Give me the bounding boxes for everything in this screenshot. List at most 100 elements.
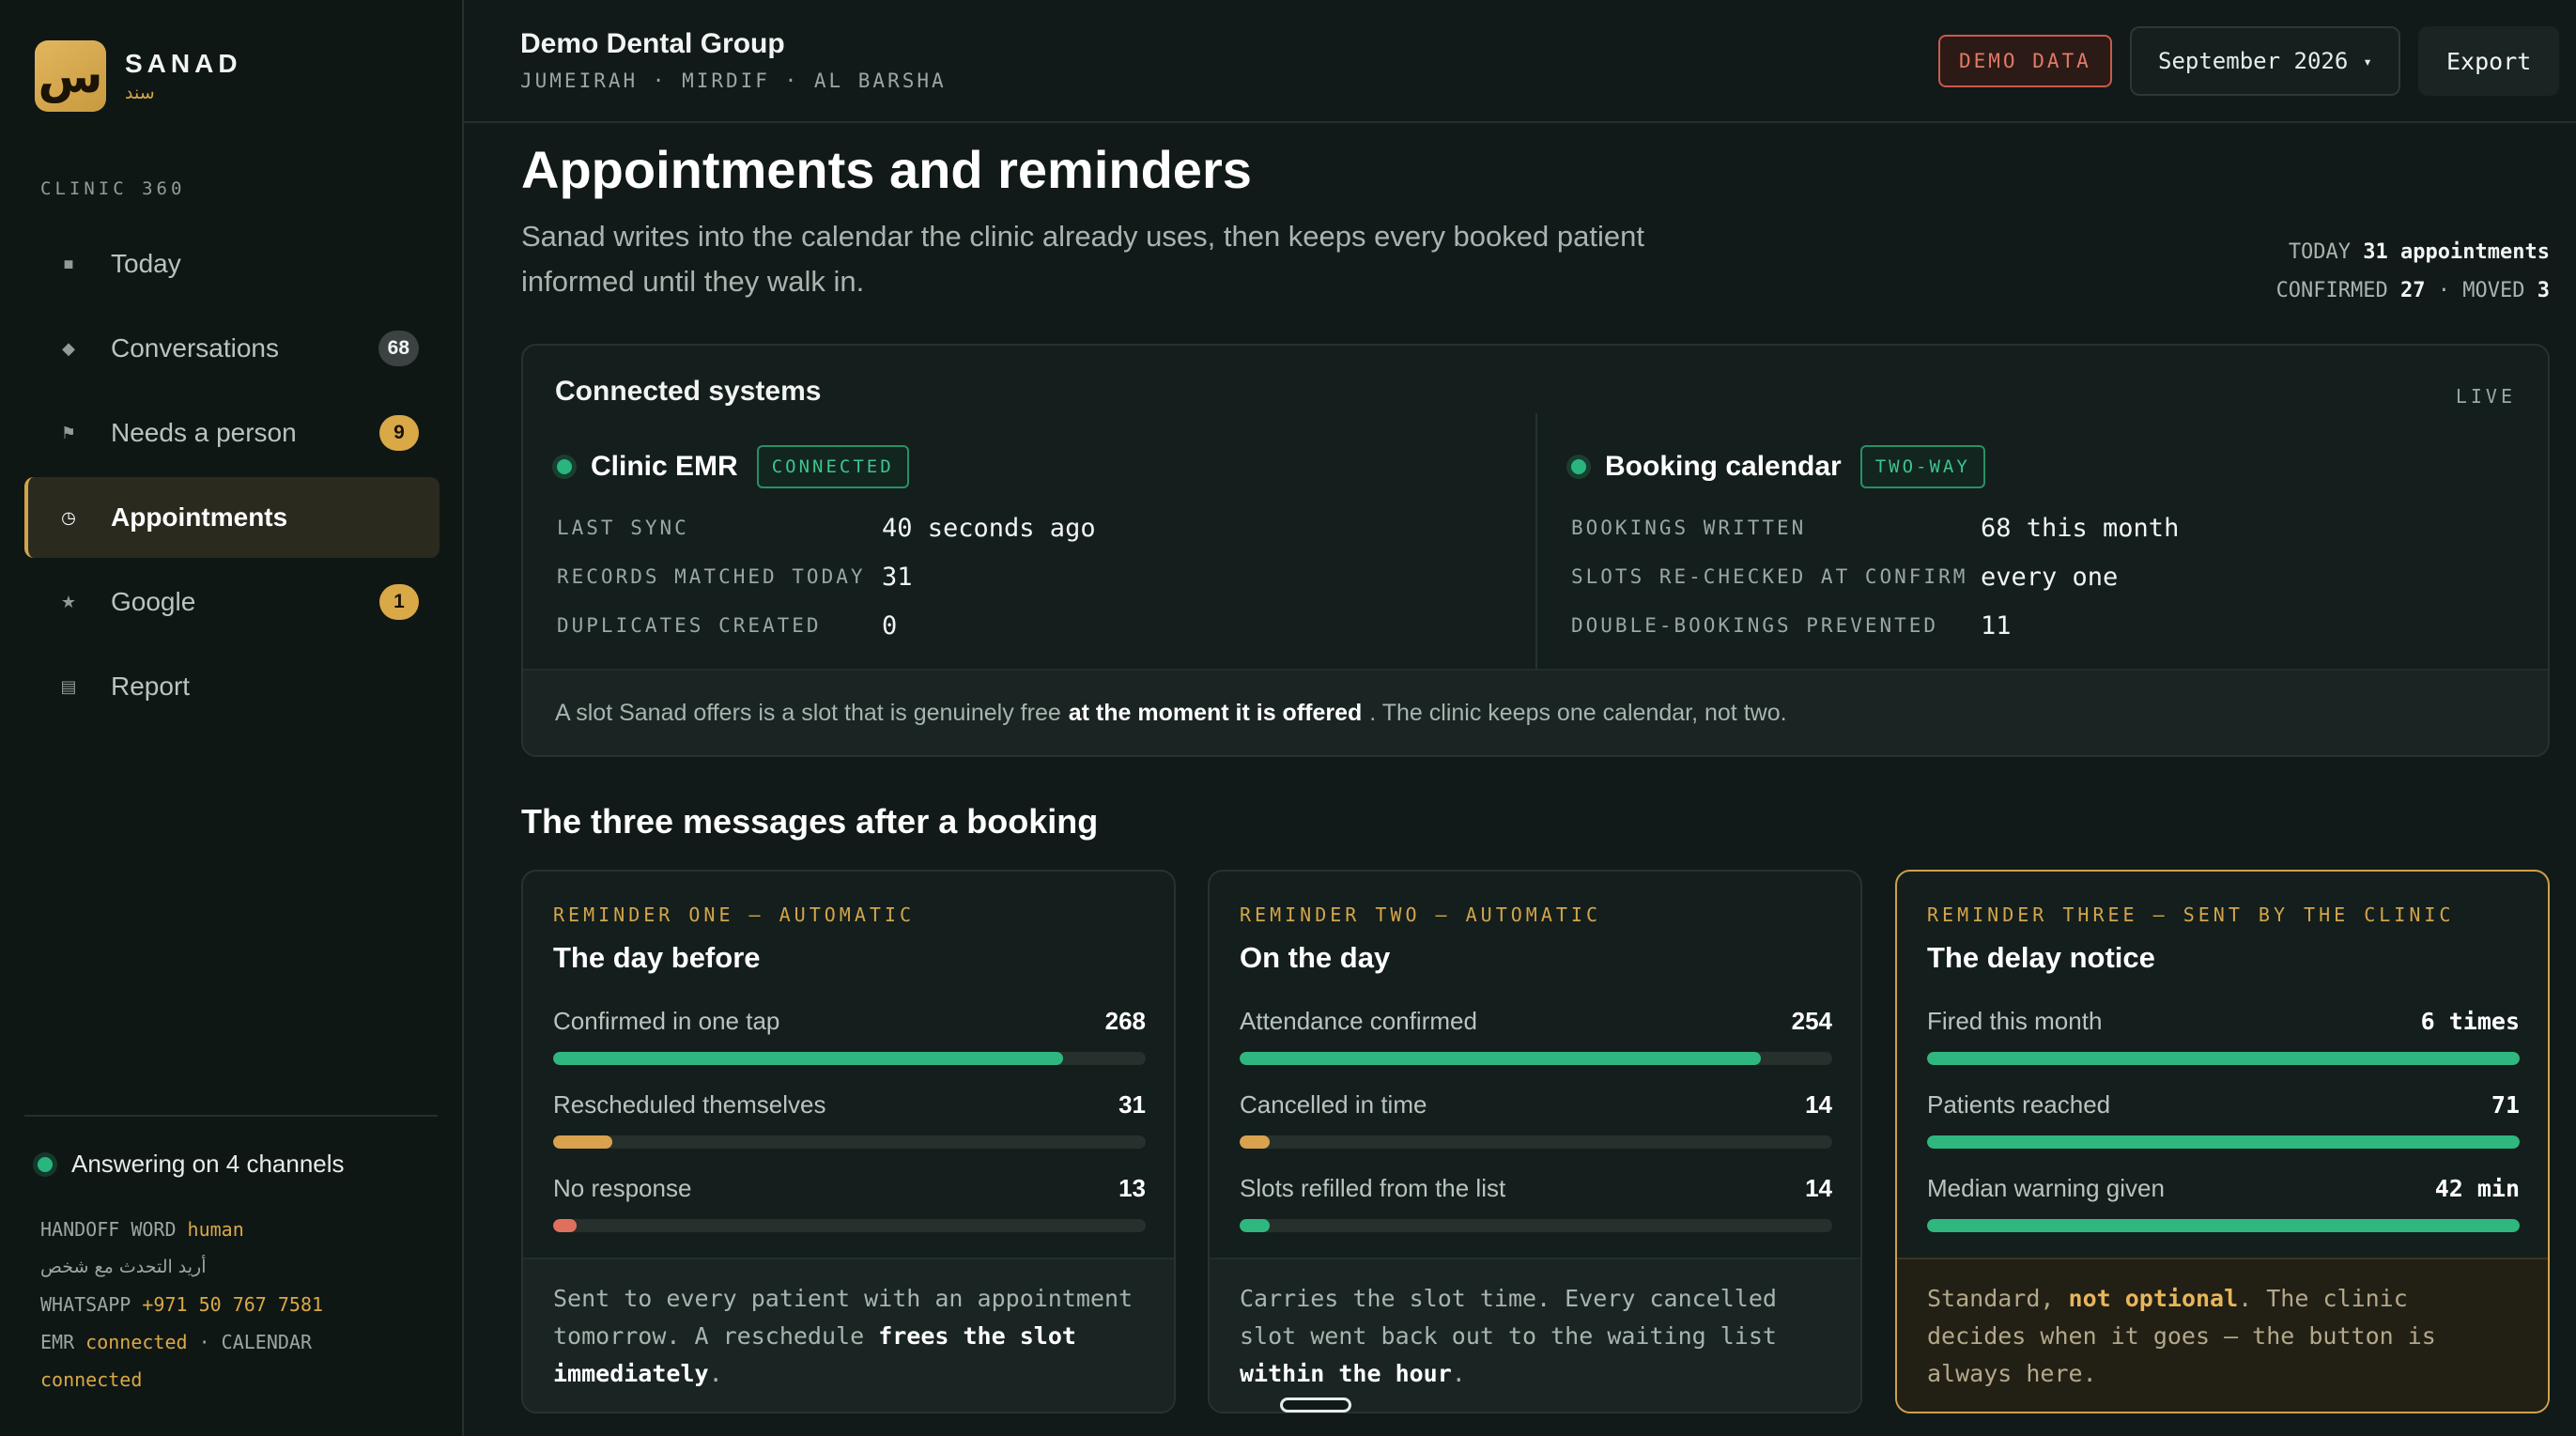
clock-icon: ◷ [61, 507, 76, 527]
progress-track [553, 1135, 1146, 1149]
metric-label: No response [553, 1173, 692, 1202]
card-title: The delay notice [1927, 941, 2155, 974]
emr-name: Clinic EMR [591, 451, 738, 482]
handoff-label: HANDOFF WORD [40, 1218, 177, 1241]
calendar-stat-key: BOOKINGS WRITTEN [1571, 517, 1807, 539]
handoff-arabic: أريد التحدث مع شخص [40, 1257, 207, 1277]
footer-text: A slot Sanad offers is a slot that is ge… [555, 699, 1061, 726]
emr-stat-value: 0 [882, 610, 898, 641]
metric-value: 254 [1791, 1006, 1832, 1035]
progress-track [1240, 1219, 1832, 1232]
calendar-stat-value: every one [1981, 562, 2119, 592]
sidebar-item-label: Today [111, 249, 181, 278]
connected-systems-card: Connected systems LIVE Clinic EMR CONNEC… [521, 344, 2550, 757]
card-metrics: Fired this month 6 times Patients reached… [1927, 1003, 2520, 1254]
systems-divider [1535, 413, 1537, 669]
footer-text: . The clinic keeps one calendar, not two… [1369, 699, 1787, 726]
page-title: Appointments and reminders [521, 140, 1252, 199]
report-icon: ▤ [60, 676, 77, 696]
emr-label: EMR [40, 1331, 75, 1353]
metric-value: 42 min [2434, 1174, 2520, 1202]
card-metrics: Attendance confirmed 254 Cancelled in tim… [1240, 1003, 1832, 1254]
calendar-label: · CALENDAR [198, 1331, 313, 1353]
page-description: Sanad writes into the calendar the clini… [521, 220, 1644, 298]
today-unit: appointments [2400, 240, 2550, 264]
card-title: On the day [1240, 941, 1391, 974]
sidebar-nav: ■ Today ◆ Conversations 68 ⚑ Needs a per… [24, 224, 440, 731]
whatsapp-number[interactable]: +971 50 767 7581 [142, 1293, 323, 1316]
channel-status: Answering on 4 channels [38, 1150, 345, 1179]
metric-row: Patients reached 71 [1927, 1087, 2520, 1170]
sidebar-item-label: Appointments [111, 502, 288, 532]
card-footnote: Standard, not optional. The clinic decid… [1897, 1258, 2548, 1412]
calendar-stat-key: SLOTS RE-CHECKED AT CONFIRM [1571, 565, 1968, 588]
brand-name: SANAD [125, 49, 242, 78]
calendar-stat-value: 68 this month [1981, 513, 2180, 543]
metric-value: 31 [1118, 1089, 1146, 1119]
metric-row: Confirmed in one tap 268 [553, 1003, 1146, 1087]
progress-track [553, 1052, 1146, 1065]
emr-stat-row: DUPLICATES CREATED 0 [557, 601, 1096, 650]
handoff-word: human [187, 1218, 244, 1241]
progress-track [1927, 1135, 2520, 1149]
top-header: Demo Dental Group JUMEIRAH · MIRDIF · AL… [464, 0, 2576, 123]
sidebar-item-needs-a-person[interactable]: ⚑ Needs a person 9 [24, 393, 440, 473]
emr-stat-key: DUPLICATES CREATED [557, 614, 822, 637]
progress-fill [553, 1052, 1063, 1065]
footnote-text: Standard, [1927, 1285, 2055, 1312]
progress-fill [1240, 1052, 1762, 1065]
metric-value: 14 [1805, 1173, 1832, 1202]
footnote-text: . [708, 1360, 723, 1387]
org-locations: JUMEIRAH · MIRDIF · AL BARSHA [520, 69, 947, 92]
emr-stat-value: 31 [882, 562, 913, 592]
diamond-icon: ◆ [62, 338, 75, 358]
metric-value: 6 times [2420, 1007, 2520, 1035]
live-indicator: LIVE [2455, 385, 2516, 408]
calendar-stat-value: 11 [1981, 610, 2012, 641]
moved-value: 3 [2537, 279, 2550, 302]
emr-status-dot-icon [557, 459, 572, 474]
calendar-stat-row: SLOTS RE-CHECKED AT CONFIRM every one [1571, 552, 2179, 601]
sidebar-item-appointments[interactable]: ◷ Appointments [24, 477, 440, 558]
today-value: 31 [2363, 240, 2388, 264]
whatsapp-label: WHATSAPP [40, 1293, 131, 1316]
square-icon: ■ [63, 254, 74, 273]
systems-footer-note: A slot Sanad offers is a slot that is ge… [523, 669, 2548, 755]
reminder-card-delay-notice: REMINDER THREE — SENT BY THE CLINIC The … [1895, 870, 2550, 1413]
metric-label: Confirmed in one tap [553, 1006, 780, 1035]
calendar-stat-key: DOUBLE-BOOKINGS PREVENTED [1571, 614, 1939, 637]
export-button[interactable]: Export [2418, 26, 2560, 96]
emr-stat-key: LAST SYNC [557, 517, 689, 539]
emr-stat-value: 40 seconds ago [882, 513, 1096, 543]
today-label: TODAY [2288, 240, 2352, 264]
progress-track [1927, 1219, 2520, 1232]
status-dot-icon [38, 1156, 53, 1172]
sidebar-item-conversations[interactable]: ◆ Conversations 68 [24, 308, 440, 389]
metric-value: 14 [1805, 1089, 1832, 1119]
messages-section-title: The three messages after a booking [521, 802, 1099, 841]
metric-label: Cancelled in time [1240, 1089, 1427, 1119]
progress-fill [1927, 1135, 2520, 1149]
metric-row: Cancelled in time 14 [1240, 1087, 1832, 1170]
metric-label: Patients reached [1927, 1089, 2111, 1119]
progress-fill [553, 1135, 613, 1149]
calendar-status: connected [40, 1368, 143, 1391]
brand[interactable]: س SANAD سند [35, 40, 242, 112]
moved-label: · MOVED [2437, 279, 2525, 302]
calendar-name: Booking calendar [1605, 451, 1842, 482]
emr-connected-tag: CONNECTED [756, 445, 909, 488]
demo-data-badge: DEMO DATA [1938, 35, 2112, 87]
sidebar-item-report[interactable]: ▤ Report [24, 646, 440, 727]
month-select[interactable]: September 2026 ▾ [2130, 26, 2400, 96]
sidebar-item-today[interactable]: ■ Today [24, 224, 440, 304]
channel-status-text: Answering on 4 channels [71, 1150, 345, 1178]
progress-track [1240, 1135, 1832, 1149]
sidebar-item-google[interactable]: ★ Google 1 [24, 562, 440, 642]
sidebar-item-label: Google [111, 587, 196, 616]
reminder-card-on-the-day: REMINDER TWO — AUTOMATIC On the day Atte… [1208, 870, 1862, 1413]
progress-fill [1927, 1219, 2520, 1232]
scroll-handle[interactable] [1280, 1397, 1351, 1413]
metric-row: Attendance confirmed 254 [1240, 1003, 1832, 1087]
progress-fill [553, 1219, 578, 1232]
month-select-value: September 2026 [2158, 48, 2349, 74]
